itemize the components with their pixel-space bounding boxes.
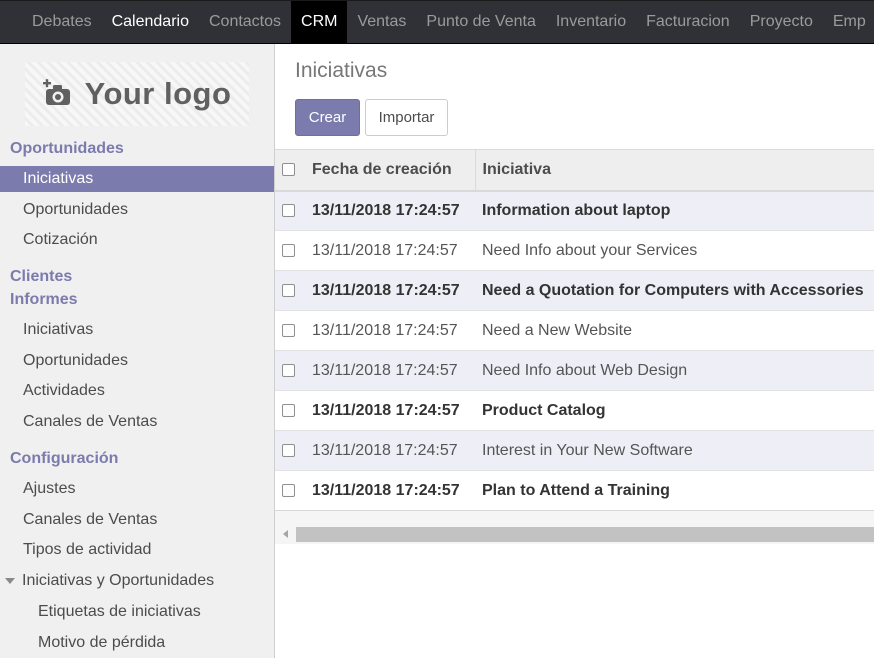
row-checkbox[interactable] [282, 483, 295, 497]
row-date: 13/11/2018 17:24:57 [305, 310, 475, 351]
section-clientes[interactable]: Clientes [10, 268, 72, 286]
company-logo[interactable]: Your logo [25, 62, 249, 126]
table-row[interactable]: 13/11/2018 17:24:57 Interest in Your New… [275, 430, 874, 471]
sidebar-item-ajustes[interactable]: Ajustes [0, 476, 274, 502]
row-checkbox-cell [275, 270, 305, 311]
row-lead: Product Catalog [475, 390, 874, 431]
sidebar-item-informes-oportunidades[interactable]: Oportunidades [0, 348, 274, 374]
row-date: 13/11/2018 17:24:57 [305, 470, 475, 511]
menu-item-punto-de-venta[interactable]: Punto de Venta [416, 1, 545, 43]
row-checkbox-cell [275, 430, 305, 471]
section-informes: Informes [10, 291, 78, 308]
scrollbar-thumb[interactable] [296, 527, 874, 542]
sidebar-folder-label: Iniciativas y Oportunidades [22, 572, 215, 589]
sidebar: Your logo Oportunidades Iniciativas Opor… [0, 44, 275, 658]
row-date: 13/11/2018 17:24:57 [305, 270, 475, 311]
table-row[interactable]: 13/11/2018 17:24:57 Need Info about Web … [275, 350, 874, 391]
import-button[interactable]: Importar [365, 99, 448, 136]
sidebar-item-cotizacion[interactable]: Cotización [0, 227, 274, 253]
menu-item-calendario[interactable]: Calendario [102, 1, 199, 43]
table-row[interactable]: 13/11/2018 17:24:57 Plan to Attend a Tra… [275, 470, 874, 511]
table-header-row: Fecha de creación Iniciativa [275, 149, 874, 192]
sidebar-item-iniciativas[interactable]: Iniciativas [0, 166, 274, 192]
sidebar-item-informes-canales[interactable]: Canales de Ventas [0, 409, 274, 435]
row-checkbox-cell [275, 310, 305, 351]
table-row[interactable]: 13/11/2018 17:24:57 Need a New Website [275, 310, 874, 351]
table-row[interactable]: 13/11/2018 17:24:57 Need Info about your… [275, 230, 874, 271]
logo-text: Your logo [84, 76, 232, 111]
row-lead: Need Info about Web Design [475, 350, 874, 391]
row-lead: Interest in Your New Software [475, 430, 874, 471]
horizontal-scrollbar[interactable] [275, 510, 874, 544]
row-date: 13/11/2018 17:24:57 [305, 190, 475, 231]
row-lead: Need a New Website [475, 310, 874, 351]
menu-item-crm[interactable]: CRM [291, 1, 348, 43]
sidebar-folder-iniciativas-oportunidades[interactable]: Iniciativas y Oportunidades [0, 568, 274, 594]
row-checkbox[interactable] [282, 443, 295, 457]
row-checkbox[interactable] [282, 243, 295, 257]
menu-item-inventario[interactable]: Inventario [546, 1, 636, 43]
sidebar-item-motivo-perdida[interactable]: Motivo de pérdida [0, 630, 274, 656]
create-button[interactable]: Crear [295, 99, 360, 136]
caret-down-icon [5, 578, 15, 584]
sidebar-item-tipos-actividad[interactable]: Tipos de actividad [0, 537, 274, 563]
row-checkbox[interactable] [282, 363, 295, 377]
section-configuracion: Configuración [10, 450, 119, 467]
leads-table: Fecha de creación Iniciativa 13/11/2018 … [275, 149, 874, 511]
main-content: Iniciativas Crear Importar Fecha de crea… [275, 44, 874, 658]
row-lead: Need a Quotation for Computers with Acce… [475, 270, 874, 311]
column-header-date[interactable]: Fecha de creación [305, 149, 476, 192]
row-checkbox-cell [275, 390, 305, 431]
row-checkbox-cell [275, 470, 305, 511]
table-row[interactable]: 13/11/2018 17:24:57 Product Catalog [275, 390, 874, 431]
menu-item-facturacion[interactable]: Facturacion [636, 1, 740, 43]
row-checkbox-cell [275, 230, 305, 271]
navbar-spacer [0, 1, 22, 43]
row-checkbox[interactable] [282, 204, 295, 218]
row-checkbox[interactable] [282, 283, 295, 297]
sidebar-item-config-canales[interactable]: Canales de Ventas [0, 507, 274, 533]
menu-item-proyecto[interactable]: Proyecto [740, 1, 823, 43]
row-date: 13/11/2018 17:24:57 [305, 390, 475, 431]
table-row[interactable]: 13/11/2018 17:24:57 Need a Quotation for… [275, 270, 874, 311]
row-lead: Information about laptop [475, 190, 874, 231]
section-oportunidades: Oportunidades [10, 140, 124, 157]
camera-plus-icon [42, 79, 70, 105]
menu-item-empleados[interactable]: Emp [823, 1, 874, 43]
menu-item-contactos[interactable]: Contactos [199, 1, 291, 43]
row-checkbox[interactable] [282, 403, 295, 417]
row-date: 13/11/2018 17:24:57 [305, 230, 475, 271]
scroll-left-icon[interactable] [283, 530, 288, 538]
sidebar-item-informes-iniciativas[interactable]: Iniciativas [0, 317, 274, 343]
top-navbar: Debates Calendario Contactos CRM Ventas … [0, 0, 874, 44]
table-row[interactable]: 13/11/2018 17:24:57 Information about la… [275, 190, 874, 231]
column-header-lead[interactable]: Iniciativa [475, 149, 874, 192]
row-checkbox-cell [275, 350, 305, 391]
breadcrumb: Iniciativas [295, 59, 388, 82]
row-lead: Need Info about your Services [475, 230, 874, 271]
menu-item-ventas[interactable]: Ventas [347, 1, 416, 43]
sidebar-item-informes-actividades[interactable]: Actividades [0, 378, 274, 404]
select-all-checkbox[interactable] [282, 163, 295, 177]
row-date: 13/11/2018 17:24:57 [305, 350, 475, 391]
menu-item-debates[interactable]: Debates [22, 1, 102, 43]
sidebar-item-oportunidades[interactable]: Oportunidades [0, 197, 274, 223]
row-date: 13/11/2018 17:24:57 [305, 430, 475, 471]
row-checkbox-cell [275, 190, 305, 231]
select-all-cell [275, 149, 305, 192]
sidebar-item-etiquetas[interactable]: Etiquetas de iniciativas [0, 599, 274, 625]
row-lead: Plan to Attend a Training [475, 470, 874, 511]
row-checkbox[interactable] [282, 323, 295, 337]
